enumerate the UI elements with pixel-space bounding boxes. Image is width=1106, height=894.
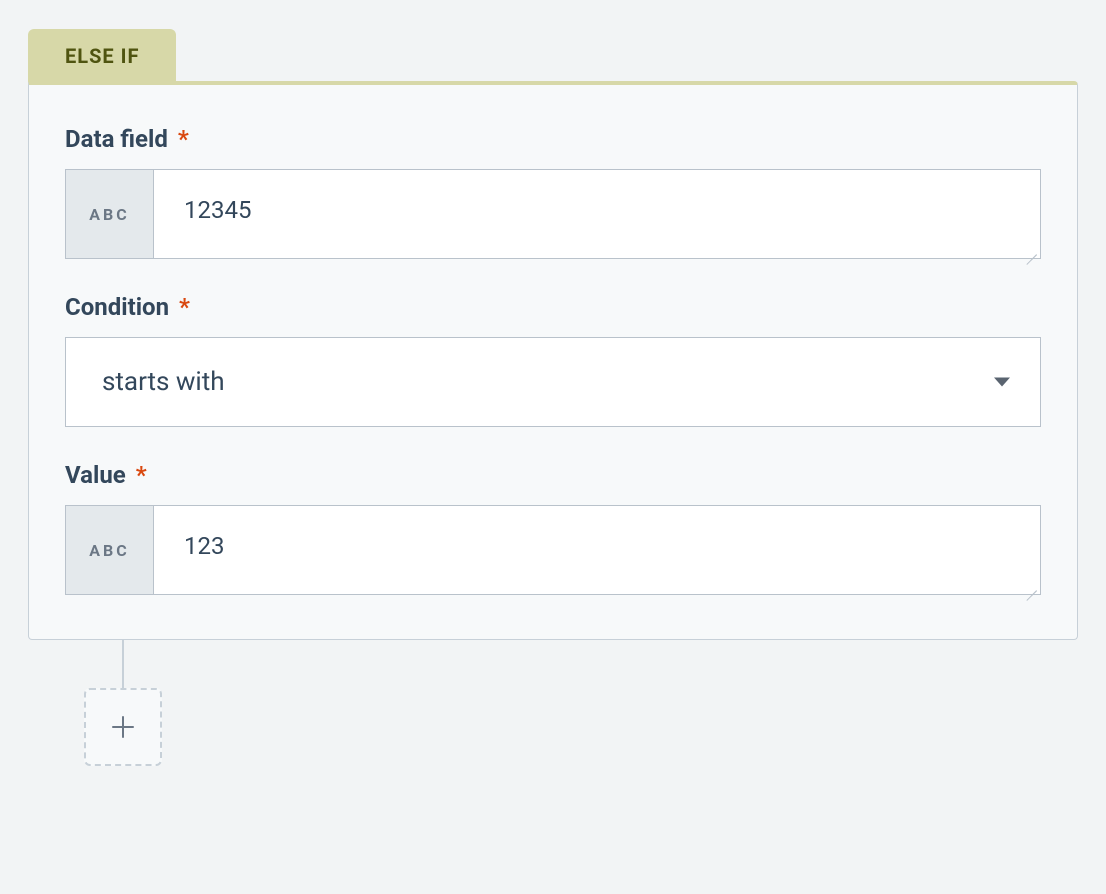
data-field-group: Data field * ABC 12345 [65, 125, 1041, 259]
value-label: Value * [65, 461, 1041, 489]
add-step-button[interactable] [84, 688, 162, 766]
value-group: Value * ABC 123 [65, 461, 1041, 595]
value-label-text: Value [65, 461, 126, 489]
condition-selected-value: starts with [102, 367, 225, 397]
condition-label-text: Condition [65, 293, 169, 321]
tab-label: ELSE IF [65, 44, 139, 68]
data-field-label: Data field * [65, 125, 1041, 153]
condition-label: Condition * [65, 293, 1041, 321]
data-field-label-text: Data field [65, 125, 168, 153]
else-if-tab[interactable]: ELSE IF [28, 29, 176, 82]
plus-icon [110, 714, 136, 740]
data-field-input[interactable]: 12345 [154, 170, 1040, 258]
condition-select[interactable]: starts with [65, 337, 1041, 427]
abc-text: ABC [89, 541, 129, 560]
required-marker: * [179, 293, 190, 321]
value-input-wrap: ABC 123 [65, 505, 1041, 595]
condition-panel: Data field * ABC 12345 Condition * start… [28, 81, 1078, 640]
connector-line [122, 640, 124, 688]
value-input[interactable]: 123 [154, 506, 1040, 594]
required-marker: * [178, 125, 189, 153]
abc-type-badge: ABC [66, 506, 154, 594]
abc-type-badge: ABC [66, 170, 154, 258]
condition-group: Condition * starts with [65, 293, 1041, 427]
chevron-down-icon [994, 378, 1010, 387]
connector-area [84, 640, 1078, 766]
abc-text: ABC [89, 205, 129, 224]
required-marker: * [136, 461, 147, 489]
data-field-input-wrap: ABC 12345 [65, 169, 1041, 259]
